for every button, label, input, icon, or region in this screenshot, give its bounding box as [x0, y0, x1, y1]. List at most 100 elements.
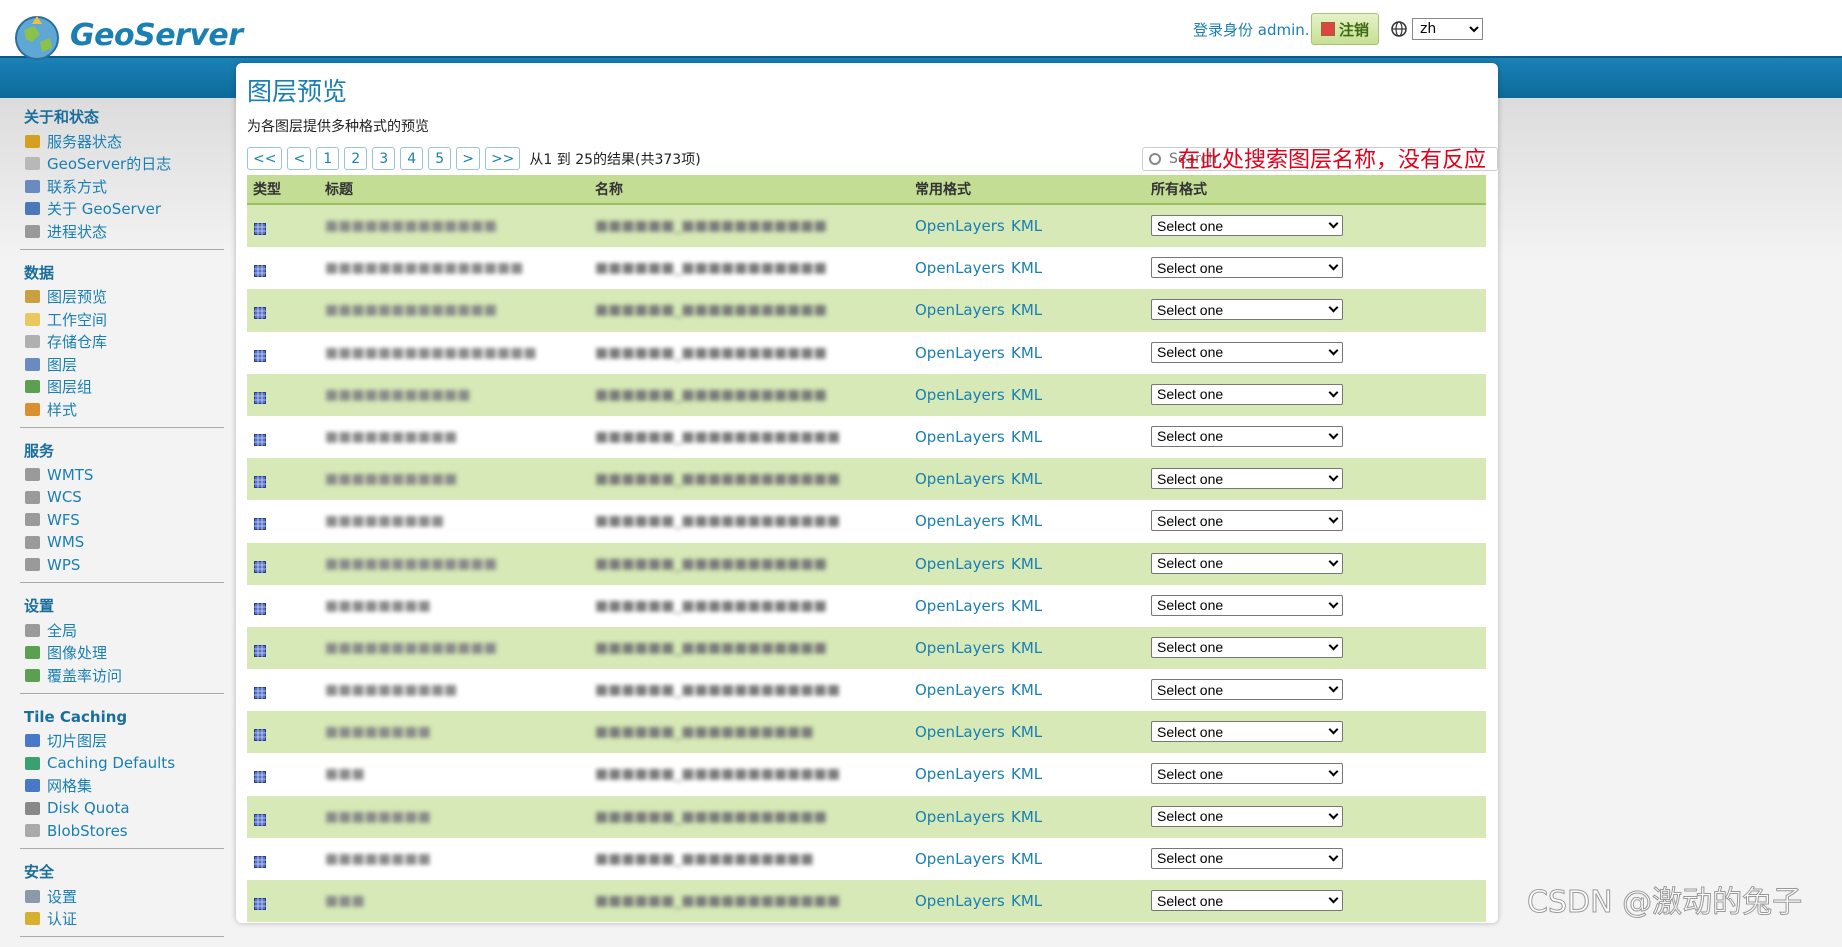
format-select[interactable]: Select one [1151, 594, 1343, 616]
sidebar-heading: 数据 [24, 263, 55, 282]
kml-link[interactable]: KML [1011, 808, 1042, 826]
page-2-button[interactable]: 2 [344, 147, 368, 170]
kml-link[interactable]: KML [1011, 850, 1042, 868]
kml-link[interactable]: KML [1011, 217, 1042, 235]
openlayers-link[interactable]: OpenLayers [915, 723, 1005, 741]
format-select[interactable]: Select one [1151, 257, 1343, 279]
col-name[interactable]: 名称 [595, 179, 623, 199]
last-page-button[interactable]: >> [484, 147, 521, 170]
sidebar-item[interactable]: BlobStores [20, 820, 224, 843]
kml-link[interactable]: KML [1011, 639, 1042, 657]
layer-title: ■■■■■■■■■■■■■ [325, 218, 497, 234]
sidebar-item[interactable]: WPS [20, 554, 224, 577]
format-select[interactable]: Select one [1151, 425, 1343, 447]
format-select-value: Select one [1157, 555, 1224, 571]
sidebar-item[interactable]: 设置 [20, 885, 224, 908]
format-select[interactable]: Select one [1151, 383, 1343, 405]
sidebar-item[interactable]: 切片图层 [20, 730, 224, 753]
kml-link[interactable]: KML [1011, 681, 1042, 699]
sidebar-item[interactable]: Caching Defaults [20, 752, 224, 775]
sidebar-item[interactable]: GeoServer的日志 [20, 153, 224, 176]
col-type[interactable]: 类型 [253, 179, 281, 199]
format-select[interactable]: Select one [1151, 847, 1343, 869]
format-select[interactable]: Select one [1151, 552, 1343, 574]
kml-link[interactable]: KML [1011, 428, 1042, 446]
openlayers-link[interactable]: OpenLayers [915, 808, 1005, 826]
format-select[interactable]: Select one [1151, 805, 1343, 827]
col-title[interactable]: 标题 [325, 179, 353, 199]
language-select[interactable]: zh [1412, 18, 1483, 40]
sidebar-item[interactable]: 工作空间 [20, 308, 224, 331]
kml-link[interactable]: KML [1011, 555, 1042, 573]
brand-name[interactable]: GeoServer [70, 18, 243, 53]
format-select[interactable]: Select one [1151, 215, 1343, 236]
logout-button[interactable]: 注销 [1311, 13, 1379, 45]
format-select[interactable]: Select one [1151, 510, 1343, 532]
page-3-button[interactable]: 3 [372, 147, 396, 170]
kml-link[interactable]: KML [1011, 512, 1042, 530]
format-select[interactable]: Select one [1151, 721, 1343, 743]
openlayers-link[interactable]: OpenLayers [915, 217, 1005, 235]
openlayers-link[interactable]: OpenLayers [915, 344, 1005, 362]
openlayers-link[interactable]: OpenLayers [915, 681, 1005, 699]
sidebar-item[interactable]: 关于 GeoServer [20, 198, 224, 221]
sidebar-item[interactable]: WCS [20, 486, 224, 509]
sidebar-item[interactable]: 样式 [20, 398, 224, 421]
layer-title: ■■■■■■■■■■■■■■■ [325, 260, 524, 277]
openlayers-link[interactable]: OpenLayers [915, 892, 1005, 910]
page-1-button[interactable]: 1 [316, 147, 340, 170]
page-4-button[interactable]: 4 [400, 147, 424, 170]
sidebar-item[interactable]: 网格集 [20, 775, 224, 798]
openlayers-link[interactable]: OpenLayers [915, 259, 1005, 277]
sidebar-item[interactable]: 图层预览 [20, 286, 224, 309]
kml-link[interactable]: KML [1011, 597, 1042, 615]
openlayers-link[interactable]: OpenLayers [915, 301, 1005, 319]
first-page-button[interactable]: << [247, 147, 283, 170]
openlayers-link[interactable]: OpenLayers [915, 765, 1005, 783]
sidebar-item[interactable]: 全局 [20, 619, 224, 642]
page-5-button[interactable]: 5 [428, 147, 452, 170]
openlayers-link[interactable]: OpenLayers [915, 850, 1005, 868]
sidebar-item[interactable]: 认证 [20, 908, 224, 931]
openlayers-link[interactable]: OpenLayers [915, 470, 1005, 488]
format-select[interactable]: Select one [1151, 468, 1343, 490]
sidebar-item[interactable]: 图层组 [20, 376, 224, 399]
sidebar-item[interactable]: WFS [20, 509, 224, 532]
blob-icon [25, 824, 40, 838]
kml-link[interactable]: KML [1011, 892, 1042, 910]
kml-link[interactable]: KML [1011, 259, 1042, 277]
kml-link[interactable]: KML [1011, 765, 1042, 783]
kml-link[interactable]: KML [1011, 723, 1042, 741]
sidebar-item[interactable]: 进程状态 [20, 220, 224, 243]
sidebar-item[interactable]: 覆盖率访问 [20, 664, 224, 687]
openlayers-link[interactable]: OpenLayers [915, 639, 1005, 657]
openlayers-link[interactable]: OpenLayers [915, 597, 1005, 615]
format-select[interactable]: Select one [1151, 636, 1343, 658]
sidebar-item[interactable]: Disk Quota [20, 797, 224, 820]
sidebar-item[interactable]: 服务器状态 [20, 130, 224, 153]
format-select[interactable]: Select one [1151, 679, 1343, 701]
sidebar-item[interactable]: 存储仓库 [20, 331, 224, 354]
sidebar-item[interactable]: WMS [20, 531, 224, 554]
format-select[interactable]: Select one [1151, 890, 1343, 911]
prev-page-button[interactable]: < [287, 147, 312, 170]
openlayers-link[interactable]: OpenLayers [915, 428, 1005, 446]
kml-link[interactable]: KML [1011, 470, 1042, 488]
openlayers-link[interactable]: OpenLayers [915, 555, 1005, 573]
kml-link[interactable]: KML [1011, 301, 1042, 319]
next-page-button[interactable]: > [456, 147, 480, 170]
sidebar-item[interactable]: 图层 [20, 353, 224, 376]
openlayers-link[interactable]: OpenLayers [915, 512, 1005, 530]
format-select[interactable]: Select one [1151, 341, 1343, 363]
kml-link[interactable]: KML [1011, 344, 1042, 362]
format-select[interactable]: Select one [1151, 763, 1343, 785]
format-select[interactable]: Select one [1151, 299, 1343, 321]
openlayers-link[interactable]: OpenLayers [915, 386, 1005, 404]
sidebar-item[interactable]: WMTS [20, 464, 224, 487]
table-row: ■■■ ■■■■■■_■■■■■■■■■■■■ OpenLayers KML Selec… [247, 753, 1486, 796]
service-icon [25, 468, 40, 482]
kml-link[interactable]: KML [1011, 386, 1042, 404]
sidebar-item[interactable]: 图像处理 [20, 642, 224, 665]
sidebar-item[interactable]: 联系方式 [20, 175, 224, 198]
geoserver-logo-icon[interactable] [12, 12, 62, 62]
